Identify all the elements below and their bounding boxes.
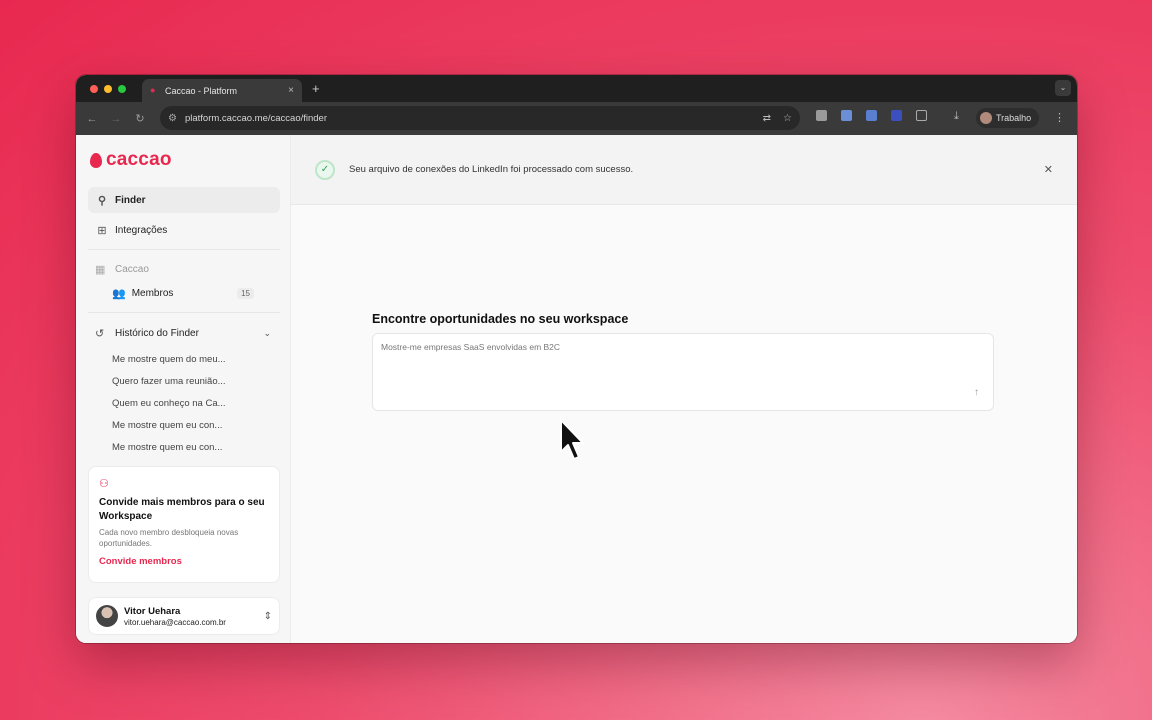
logo[interactable]: caccao (90, 149, 172, 171)
close-icon[interactable]: ✕ (1044, 163, 1053, 176)
profile-button[interactable]: Trabalho (976, 108, 1040, 128)
history-item[interactable]: Quero fazer uma reunião... (112, 376, 226, 387)
extension-icon[interactable] (816, 110, 827, 121)
chevron-down-icon: ⌄ (263, 328, 271, 338)
mouse-pointer-icon (560, 419, 584, 460)
members-label: Membros (131, 288, 174, 299)
reload-button[interactable]: ↻ (128, 112, 152, 125)
invite-card: ⚇ Convide mais membros para o seu Worksp… (88, 466, 280, 583)
translate-icon[interactable]: ⇄ (763, 113, 771, 124)
site-info-icon[interactable]: ⚙ (168, 113, 177, 124)
profile-avatar (980, 112, 992, 124)
history-toggle[interactable]: ↺ Histórico do Finder ⌄ (95, 327, 271, 340)
sidebar: caccao ⚲ Finder ⊞ Integrações ▦ Caccao 👥… (76, 135, 291, 643)
users-icon: 👥 (112, 288, 126, 300)
maximize-window-button[interactable] (118, 85, 126, 93)
workspace-label: Caccao (115, 264, 149, 275)
tab-title: Caccao - Platform (165, 85, 238, 96)
sidebar-item-label: Integrações (115, 224, 168, 236)
history-item[interactable]: Me mostre quem do meu... (112, 354, 226, 365)
tab-strip: ● Caccao - Platform × + ⌄ (76, 75, 1077, 102)
sidebar-item-membros[interactable]: 👥 Membros 15 (112, 287, 254, 300)
extension-icon[interactable] (866, 110, 877, 121)
window-controls (90, 85, 126, 93)
finder-prompt-input[interactable] (381, 342, 985, 382)
success-banner: ✓ Seu arquivo de conexões do LinkedIn fo… (291, 135, 1077, 205)
logo-text: caccao (106, 149, 172, 170)
user-email: vitor.uehara@caccao.com.br (124, 617, 226, 627)
bookmark-star-icon[interactable]: ☆ (783, 113, 792, 124)
history-label: Histórico do Finder (115, 328, 199, 339)
divider (88, 312, 280, 313)
back-button[interactable]: ← (80, 113, 104, 125)
main-content: ✓ Seu arquivo de conexões do LinkedIn fo… (291, 135, 1077, 643)
finder-panel: Encontre oportunidades no seu workspace … (372, 312, 994, 411)
user-menu[interactable]: Vitor Uehara vitor.uehara@caccao.com.br … (88, 597, 280, 635)
check-circle-icon: ✓ (315, 159, 335, 180)
banner-message: Seu arquivo de conexões do LinkedIn foi … (349, 164, 634, 175)
sidebar-item-integracoes[interactable]: ⊞ Integrações (88, 217, 280, 243)
url-text: platform.caccao.me/caccao/finder (184, 112, 328, 124)
finder-heading: Encontre oportunidades no seu workspace (372, 312, 629, 326)
download-icon[interactable]: ⤓ (954, 110, 959, 123)
grid-icon: ⊞ (97, 224, 107, 237)
sidebar-item-label: Finder (115, 194, 146, 206)
close-window-button[interactable] (90, 85, 98, 93)
arrow-up-icon[interactable]: ↑ (974, 387, 979, 398)
invite-description: Cada novo membro desbloqueia novas oport… (99, 528, 239, 548)
divider (88, 249, 280, 250)
minimize-window-button[interactable] (104, 85, 112, 93)
app: caccao ⚲ Finder ⊞ Integrações ▦ Caccao 👥… (76, 135, 1077, 643)
puzzle-extensions-icon[interactable] (916, 110, 927, 121)
browser-menu-icon[interactable]: ⋮ (1054, 111, 1065, 124)
profile-name: Trabalho (996, 113, 1032, 123)
invite-title: Convide mais membros para o seu Workspac… (99, 497, 265, 522)
browser-window: ● Caccao - Platform × + ⌄ ← → ↻ ⚙ platfo… (76, 75, 1077, 643)
caccao-logo-icon (90, 152, 102, 168)
new-tab-button[interactable]: + (312, 81, 320, 96)
sidebar-item-finder[interactable]: ⚲ Finder (88, 187, 280, 213)
chevron-up-down-icon: ⇕ (263, 610, 272, 622)
history-item[interactable]: Me mostre quem eu con... (112, 420, 222, 431)
avatar (96, 605, 118, 627)
extension-icon[interactable] (891, 110, 902, 121)
extension-icon[interactable] (841, 110, 852, 121)
forward-button[interactable]: → (104, 113, 128, 125)
extensions-bar (816, 110, 927, 121)
tab-search-button[interactable]: ⌄ (1055, 80, 1071, 96)
workspace-group: ▦ Caccao (95, 263, 149, 276)
history-item[interactable]: Quem eu conheço na Ca... (112, 398, 226, 409)
user-info: Vitor Uehara vitor.uehara@caccao.com.br (124, 606, 264, 627)
add-user-icon: ⚇ (99, 478, 109, 490)
history-icon: ↺ (95, 328, 105, 340)
browser-tab[interactable]: ● Caccao - Platform × (142, 79, 302, 102)
tab-close-icon[interactable]: × (288, 85, 294, 96)
user-name: Vitor Uehara (124, 605, 181, 617)
history-item[interactable]: Me mostre quem eu con... (112, 442, 222, 453)
finder-prompt-box: ↑ (372, 333, 994, 411)
search-icon: ⚲ (97, 194, 107, 207)
building-icon: ▦ (95, 264, 106, 276)
invite-members-link[interactable]: Convide membros (99, 556, 269, 567)
browser-toolbar: ← → ↻ ⚙ platform.caccao.me/caccao/finder… (76, 102, 1077, 135)
address-bar[interactable]: ⚙ platform.caccao.me/caccao/finder ⇄ ☆ (160, 106, 800, 130)
members-count-badge: 15 (237, 288, 254, 299)
caccao-favicon-icon: ● (150, 85, 156, 95)
